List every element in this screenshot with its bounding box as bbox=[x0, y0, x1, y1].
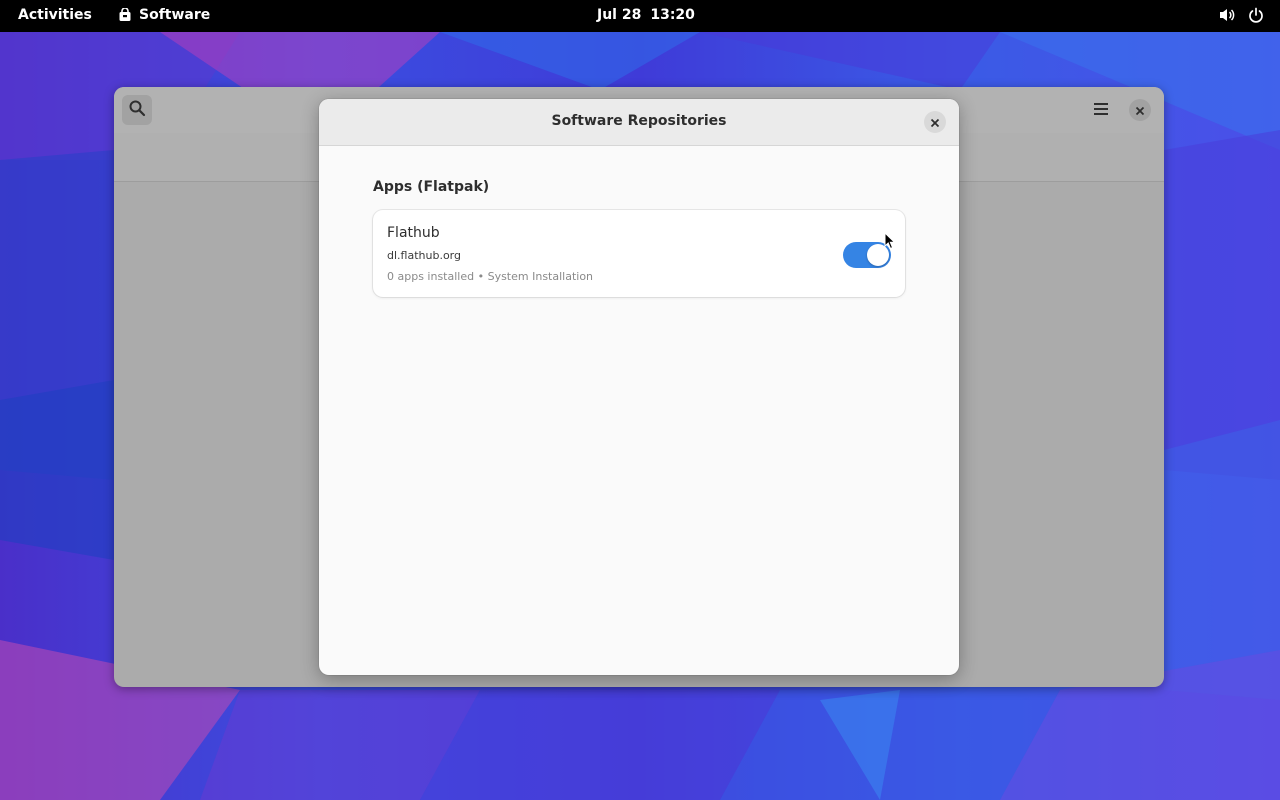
bag-icon bbox=[118, 7, 132, 22]
repository-row: Flathub dl.flathub.org 0 apps installed … bbox=[373, 210, 905, 297]
section-title: Apps (Flatpak) bbox=[373, 179, 490, 195]
activities-button[interactable]: Activities bbox=[18, 7, 92, 23]
app-menu[interactable]: Software bbox=[118, 7, 210, 23]
dialog-close-button[interactable] bbox=[924, 111, 946, 133]
software-repositories-dialog: Software Repositories Apps (Flatpak) Fla… bbox=[319, 99, 959, 675]
hamburger-menu-icon bbox=[1093, 101, 1109, 120]
repository-name: Flathub bbox=[387, 225, 440, 241]
search-icon bbox=[128, 99, 146, 121]
search-button[interactable] bbox=[122, 95, 152, 125]
dialog-title: Software Repositories bbox=[551, 113, 727, 129]
power-icon[interactable] bbox=[1248, 7, 1264, 23]
clock-time: 13:20 bbox=[650, 7, 695, 23]
repository-url: dl.flathub.org bbox=[387, 249, 461, 262]
main-close-button[interactable] bbox=[1129, 99, 1151, 121]
close-icon bbox=[1135, 101, 1145, 120]
clock-date: Jul 28 bbox=[597, 7, 642, 23]
close-icon bbox=[930, 113, 940, 132]
clock[interactable]: Jul 28 13:20 bbox=[597, 7, 695, 23]
volume-icon[interactable] bbox=[1218, 7, 1236, 23]
main-menu-button[interactable] bbox=[1086, 95, 1116, 125]
app-menu-label: Software bbox=[139, 7, 211, 23]
system-status-area[interactable] bbox=[1218, 7, 1264, 23]
mouse-cursor-icon bbox=[884, 231, 896, 250]
top-bar: Activities Software Jul 28 13:20 bbox=[0, 0, 1280, 32]
repository-details: 0 apps installed • System Installation bbox=[387, 270, 594, 283]
